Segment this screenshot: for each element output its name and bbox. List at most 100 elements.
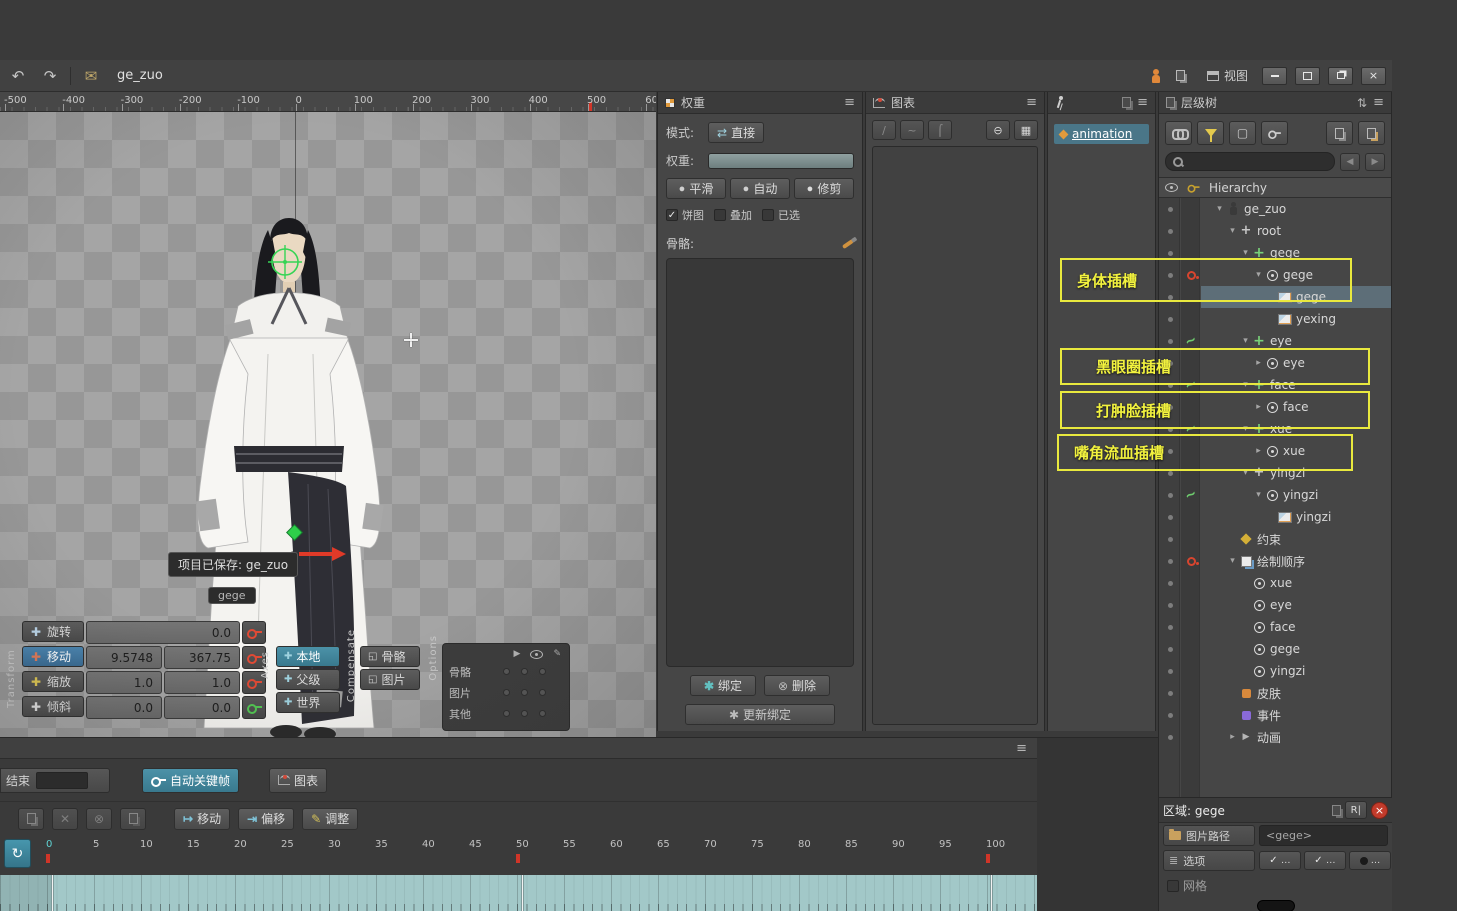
weights-tool-button[interactable]: ● 自动 <box>730 178 790 199</box>
transform-value-x[interactable]: 0.0 <box>86 621 240 644</box>
expand-arrow[interactable]: ▸ <box>1253 358 1264 368</box>
visibility-dot[interactable] <box>1159 317 1181 322</box>
weights-tool-button[interactable]: ● 修剪 <box>794 178 854 199</box>
auto-key-button[interactable]: 自动关键帧 <box>142 768 239 793</box>
move-frames-button[interactable]: ↦移动 <box>174 808 230 830</box>
graph-menu-icon[interactable]: ≡ <box>1026 95 1037 110</box>
loop-button[interactable]: ↻ <box>4 839 31 868</box>
minimize-button[interactable] <box>1262 67 1287 85</box>
end-frame-input[interactable] <box>36 772 88 789</box>
anim-pages-icon[interactable] <box>1122 97 1131 108</box>
visibility-dot[interactable] <box>1159 493 1181 498</box>
visibility-dot[interactable] <box>1159 229 1181 234</box>
tree-item-约束[interactable]: 约束 <box>1159 528 1391 550</box>
transform-value-y[interactable]: 1.0 <box>164 671 240 694</box>
expand-arrow[interactable]: ▸ <box>1227 732 1238 742</box>
redo-button[interactable]: ↷ <box>38 65 62 87</box>
weights-checkbox[interactable]: 已选 <box>762 207 800 223</box>
visibility-dot[interactable] <box>1159 207 1181 212</box>
transform-value-x[interactable]: 1.0 <box>86 671 162 694</box>
visibility-column-icon[interactable] <box>1165 183 1178 192</box>
close-button[interactable]: × <box>1361 67 1386 85</box>
tree-item-face[interactable]: ▸face <box>1159 396 1391 418</box>
adjust-frames-button[interactable]: ✎调整 <box>302 808 358 830</box>
cut-frames-icon[interactable]: ✕ <box>52 808 78 830</box>
visibility-dot[interactable] <box>1159 647 1181 652</box>
tree-item-yingzi[interactable]: ▾yingzi <box>1159 462 1391 484</box>
visibility-dot[interactable] <box>1159 515 1181 520</box>
tree-item-eye[interactable]: eye <box>1159 594 1391 616</box>
keyframe-line[interactable] <box>990 875 993 911</box>
option-dot[interactable] <box>521 710 528 717</box>
tree-item-xue[interactable]: ▾xue <box>1159 418 1391 440</box>
transform-tool-button[interactable]: ✚ 倾斜 <box>22 696 84 717</box>
expand-arrow[interactable]: ▾ <box>1240 424 1251 434</box>
brush-icon[interactable] <box>842 238 854 248</box>
remove-region-button[interactable]: × <box>1371 802 1388 819</box>
copy-frames-icon[interactable] <box>18 808 44 830</box>
graph-canvas[interactable] <box>872 146 1038 725</box>
tree-item-gege[interactable]: ▾gege <box>1159 264 1391 286</box>
expand-arrow[interactable]: ▸ <box>1253 446 1264 456</box>
visibility-dot[interactable] <box>1159 251 1181 256</box>
mode-button[interactable]: ⇄ 直接 <box>708 122 764 143</box>
expand-arrow[interactable]: ▾ <box>1240 248 1251 258</box>
tree-item-gege[interactable]: ▾gege <box>1159 242 1391 264</box>
layers-icon[interactable] <box>1169 65 1193 87</box>
tree-item-eye[interactable]: ▸eye <box>1159 352 1391 374</box>
tree-item-xue[interactable]: ▸xue <box>1159 440 1391 462</box>
visibility-dot[interactable] <box>1159 559 1181 564</box>
visibility-dot[interactable] <box>1159 383 1181 388</box>
transform-value-y[interactable]: 367.75 <box>164 646 240 669</box>
offset-frames-button[interactable]: ⇥偏移 <box>238 808 294 830</box>
visibility-dot[interactable] <box>1159 471 1181 476</box>
rename-toggle-button[interactable]: R| <box>1345 801 1367 819</box>
bind-button[interactable]: ✱绑定 <box>690 675 756 696</box>
visibility-dot[interactable] <box>1159 449 1181 454</box>
search-input[interactable] <box>1187 155 1328 169</box>
fit-view-icon[interactable]: ▦ <box>1014 120 1038 140</box>
weights-tool-button[interactable]: ● 平滑 <box>666 178 726 199</box>
filter-button[interactable] <box>1197 121 1224 145</box>
color-swatch[interactable] <box>1257 900 1295 911</box>
transform-tool-button[interactable]: ✚ 缩放 <box>22 671 84 692</box>
visibility-dot[interactable] <box>1159 581 1181 586</box>
transform-tool-button[interactable]: ✚ 旋转 <box>22 621 84 642</box>
tree-item-皮肤[interactable]: 皮肤 <box>1159 682 1391 704</box>
region-option-dropdown[interactable]: … <box>1259 851 1301 870</box>
tree-item-yexing[interactable]: yexing <box>1159 308 1391 330</box>
tree-item-ge_zuo[interactable]: ▾ge_zuo <box>1159 198 1391 220</box>
tree-item-gege[interactable]: gege <box>1159 286 1391 308</box>
tree-item-face[interactable]: ▾face <box>1159 374 1391 396</box>
bones-list[interactable] <box>666 258 854 667</box>
animate-mode-icon[interactable] <box>1055 96 1065 109</box>
keyframe-line[interactable] <box>51 875 54 911</box>
visibility-dot[interactable] <box>1159 537 1181 542</box>
option-dot[interactable] <box>539 710 546 717</box>
animation-item[interactable]: animation <box>1054 124 1149 144</box>
transform-tool-button[interactable]: ✚ 移动 <box>22 646 84 667</box>
transform-value-y[interactable]: 0.0 <box>164 696 240 719</box>
option-dot[interactable] <box>539 668 546 675</box>
visibility-dot[interactable] <box>1159 713 1181 718</box>
visibility-dot[interactable] <box>1159 603 1181 608</box>
prev-match-button[interactable]: ◀ <box>1340 153 1360 171</box>
view-menu-button[interactable]: 视图 <box>1201 65 1254 86</box>
frame-selection-button[interactable]: ▢ <box>1229 121 1256 145</box>
mesh-checkbox[interactable]: 网格 <box>1167 877 1207 894</box>
anim-menu-icon[interactable]: ≡ <box>1137 95 1148 110</box>
visibility-dot[interactable] <box>1159 405 1181 410</box>
weights-menu-icon[interactable]: ≡ <box>844 95 855 110</box>
keyframe-line[interactable] <box>521 875 524 911</box>
expand-arrow[interactable]: ▾ <box>1240 380 1251 390</box>
paste-frames-icon[interactable] <box>120 808 146 830</box>
visibility-dot[interactable] <box>1159 669 1181 674</box>
weights-checkbox[interactable]: 叠加 <box>714 207 752 223</box>
pose-key-button[interactable] <box>1261 121 1288 145</box>
region-option-dropdown[interactable]: … <box>1304 851 1346 870</box>
tree-item-xue[interactable]: xue <box>1159 572 1391 594</box>
tree-item-gege[interactable]: gege <box>1159 638 1391 660</box>
compensate-button[interactable]: ◱ 骨骼 <box>360 646 420 667</box>
keyframe-button[interactable] <box>242 621 266 644</box>
curve-stepped-icon[interactable]: ⌠ <box>928 120 952 140</box>
